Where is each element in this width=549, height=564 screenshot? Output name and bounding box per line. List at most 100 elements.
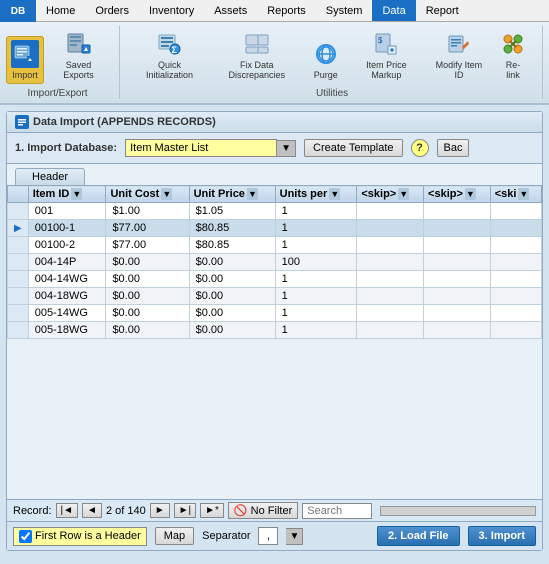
ribbon-btn-saved-exports[interactable]: Saved Exports xyxy=(48,26,109,84)
col-unit-price-label: Unit Price xyxy=(194,188,245,200)
nav-first-btn[interactable]: |◄ xyxy=(56,503,79,518)
back-button[interactable]: Bac xyxy=(437,139,470,157)
cell-unit-cost: $0.00 xyxy=(106,322,189,339)
item-price-label: Item Price Markup xyxy=(355,60,418,80)
cell-skip3 xyxy=(490,322,541,339)
nav-new-btn[interactable]: ►* xyxy=(200,503,224,518)
cell-skip3 xyxy=(490,220,541,237)
col-units-per-filter[interactable]: ▼ xyxy=(329,188,340,200)
map-button[interactable]: Map xyxy=(155,527,194,545)
ribbon-btn-purge[interactable]: Purge xyxy=(307,36,345,84)
col-skip2-label: <skip> xyxy=(428,188,463,200)
ribbon-btn-quick-init[interactable]: Σ Quick Initialization xyxy=(132,26,207,84)
fix-data-label: Fix Data Discrepancies xyxy=(217,60,297,80)
app-logo: DB xyxy=(0,0,36,22)
col-unit-cost-label: Unit Cost xyxy=(110,188,159,200)
nav-home[interactable]: Home xyxy=(36,0,85,21)
nav-last-btn[interactable]: ►| xyxy=(174,503,197,518)
cell-item-id: 005-18WG xyxy=(28,322,106,339)
ribbon-btn-item-price[interactable]: $ Item Price Markup xyxy=(349,26,424,84)
nav-data[interactable]: Data xyxy=(372,0,415,21)
import-button[interactable]: 3. Import xyxy=(468,526,536,546)
table-row[interactable]: 005-18WG $0.00 $0.00 1 xyxy=(8,322,542,339)
first-row-header-text: First Row is a Header xyxy=(35,530,141,542)
cell-unit-price: $0.00 xyxy=(189,305,275,322)
cell-skip2 xyxy=(424,305,491,322)
col-unit-price: Unit Price ▼ xyxy=(189,186,275,203)
modify-item-icon xyxy=(445,30,473,58)
first-row-header-checkbox[interactable] xyxy=(19,530,32,543)
row-marker xyxy=(8,254,29,271)
no-filter-btn[interactable]: 🚫 No Filter xyxy=(228,502,298,519)
cell-skip1 xyxy=(357,288,424,305)
cell-item-id: 00100-1 xyxy=(28,220,106,237)
nav-inventory[interactable]: Inventory xyxy=(139,0,204,21)
scroll-area[interactable] xyxy=(380,506,536,516)
load-file-button[interactable]: 2. Load File xyxy=(377,526,460,546)
cell-skip3 xyxy=(490,288,541,305)
ribbon-group-utilities: Σ Quick Initialization Fix Data Discrepa… xyxy=(132,26,543,99)
nav-orders[interactable]: Orders xyxy=(85,0,139,21)
data-table-wrapper[interactable]: Item ID ▼ Unit Cost ▼ Un xyxy=(7,185,542,499)
import-header: 1. Import Database: ▼ Create Template ? … xyxy=(7,133,542,164)
col-skip2-filter[interactable]: ▼ xyxy=(465,188,476,200)
col-skip2: <skip> ▼ xyxy=(424,186,491,203)
table-row[interactable]: 00100-2 $77.00 $80.85 1 xyxy=(8,237,542,254)
table-header-row: Item ID ▼ Unit Cost ▼ Un xyxy=(8,186,542,203)
col-item-id-filter[interactable]: ▼ xyxy=(71,188,82,200)
cell-skip2 xyxy=(424,203,491,220)
saved-exports-icon xyxy=(65,30,93,58)
item-price-icon: $ xyxy=(372,30,400,58)
help-icon[interactable]: ? xyxy=(411,139,429,157)
table-row[interactable]: 004-14WG $0.00 $0.00 1 xyxy=(8,271,542,288)
cell-item-id: 004-14P xyxy=(28,254,106,271)
cell-units-per: 1 xyxy=(275,322,357,339)
ribbon-btn-import[interactable]: Import xyxy=(6,36,44,84)
first-row-header-label: First Row is a Header xyxy=(13,527,147,546)
data-table: Item ID ▼ Unit Cost ▼ Un xyxy=(7,185,542,339)
cell-skip1 xyxy=(357,271,424,288)
col-skip1: <skip> ▼ xyxy=(357,186,424,203)
cell-units-per: 100 xyxy=(275,254,357,271)
cell-units-per: 1 xyxy=(275,237,357,254)
ribbon-btn-fix-data[interactable]: Fix Data Discrepancies xyxy=(211,26,303,84)
col-unit-price-filter[interactable]: ▼ xyxy=(247,188,258,200)
cell-units-per: 1 xyxy=(275,220,357,237)
table-row[interactable]: 005-14WG $0.00 $0.00 1 xyxy=(8,305,542,322)
ribbon-buttons-import: Import Saved Exports xyxy=(6,26,109,86)
separator-dropdown-arrow[interactable]: ▼ xyxy=(286,528,303,545)
table-row[interactable]: 001 $1.00 $1.05 1 xyxy=(8,203,542,220)
table-row[interactable]: 004-18WG $0.00 $0.00 1 xyxy=(8,288,542,305)
data-import-panel: Data Import (APPENDS RECORDS) 1. Import … xyxy=(6,111,543,551)
nav-system[interactable]: System xyxy=(316,0,373,21)
nav-prev-btn[interactable]: ◄ xyxy=(82,503,102,518)
nav-assets[interactable]: Assets xyxy=(204,0,257,21)
col-skip3-filter[interactable]: ▼ xyxy=(518,188,529,200)
col-item-id: Item ID ▼ xyxy=(28,186,106,203)
cell-skip2 xyxy=(424,271,491,288)
import-database-label: 1. Import Database: xyxy=(15,142,117,154)
nav-next-btn[interactable]: ► xyxy=(150,503,170,518)
col-skip1-filter[interactable]: ▼ xyxy=(398,188,409,200)
cell-item-id: 005-14WG xyxy=(28,305,106,322)
search-input[interactable] xyxy=(302,503,372,519)
ribbon: Import Saved Exports Import/Export xyxy=(0,22,549,105)
ribbon-btn-modify-item[interactable]: Modify Item ID xyxy=(428,26,490,84)
dropdown-wrapper: ▼ xyxy=(125,139,296,157)
ribbon-btn-relink[interactable]: Re-link xyxy=(494,26,532,84)
nav-reports[interactable]: Reports xyxy=(257,0,316,21)
database-dropdown-arrow[interactable]: ▼ xyxy=(277,140,296,157)
nav-report[interactable]: Report xyxy=(416,0,469,21)
import-icon xyxy=(11,40,39,68)
database-dropdown-input[interactable] xyxy=(125,139,277,157)
row-marker xyxy=(8,271,29,288)
ribbon-group-utilities-label: Utilities xyxy=(132,86,532,99)
table-row[interactable]: 004-14P $0.00 $0.00 100 xyxy=(8,254,542,271)
table-row[interactable]: ▶ 00100-1 $77.00 $80.85 1 xyxy=(8,220,542,237)
cell-skip3 xyxy=(490,254,541,271)
col-unit-cost-filter[interactable]: ▼ xyxy=(161,188,172,200)
separator-input[interactable] xyxy=(258,527,278,545)
header-tab[interactable]: Header xyxy=(15,168,85,185)
col-marker xyxy=(8,186,29,203)
create-template-button[interactable]: Create Template xyxy=(304,139,403,157)
